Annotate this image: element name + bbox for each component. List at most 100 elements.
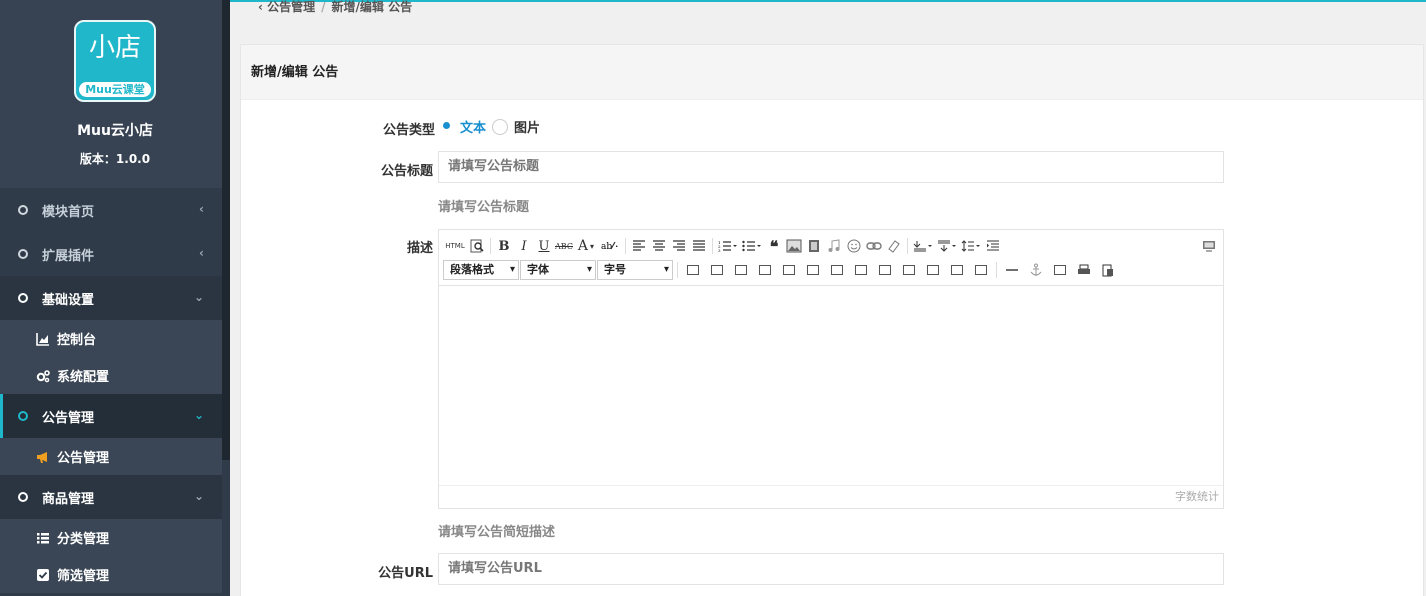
- sidebar-subitem-label: 系统配置: [57, 370, 110, 385]
- emoji-icon[interactable]: [844, 236, 864, 256]
- underline-button[interactable]: U: [534, 236, 554, 256]
- form-panel: 新增/编辑 公告 公告类型 文本 图片 公告标题 请填写公告标题 请填写公告标题…: [240, 44, 1424, 596]
- paragraph-format-select[interactable]: 段落格式: [443, 260, 519, 280]
- music-icon[interactable]: [824, 236, 844, 256]
- html-source-button[interactable]: HTML: [443, 236, 467, 256]
- insert-row-icon[interactable]: [753, 260, 777, 280]
- url-input[interactable]: 请填写公告URL: [438, 553, 1224, 585]
- breadcrumb: ‹ 公告管理 / 新增/编辑 公告: [258, 0, 412, 15]
- sidebar-subitem-label: 控制台: [57, 333, 97, 348]
- dropdown-arrow-icon: ▾: [590, 241, 595, 251]
- strikethrough-button[interactable]: ABC: [554, 236, 574, 256]
- desc-label: 描述: [406, 241, 433, 256]
- sidebar-scrollbar[interactable]: [222, 0, 230, 460]
- line-height-icon[interactable]: [959, 236, 983, 256]
- sidebar-item-plugins[interactable]: 扩展插件 ‹: [0, 232, 222, 276]
- sidebar-subitem-system-config[interactable]: 系统配置: [0, 357, 222, 394]
- logo-text: 小店: [88, 33, 141, 63]
- bold-button[interactable]: B: [494, 236, 514, 256]
- ordered-list-icon[interactable]: 123: [716, 236, 740, 256]
- font-family-select[interactable]: 字体: [520, 260, 596, 280]
- eraser-icon[interactable]: [884, 236, 904, 256]
- sidebar-subitem-label: 分类管理: [57, 532, 110, 547]
- video-icon[interactable]: [804, 236, 824, 256]
- split-cols-icon[interactable]: [969, 260, 993, 280]
- align-center-icon[interactable]: [649, 236, 669, 256]
- type-radio-group: 文本 图片: [438, 117, 540, 136]
- unordered-list-icon[interactable]: [740, 236, 764, 256]
- list-icon: [36, 531, 50, 545]
- paragraph-align-icon[interactable]: [911, 236, 935, 256]
- anchor-icon[interactable]: [1024, 260, 1048, 280]
- split-rows-icon[interactable]: [945, 260, 969, 280]
- sidebar-subitem-console[interactable]: 控制台: [0, 320, 222, 357]
- title-input[interactable]: 请填写公告标题: [438, 151, 1224, 183]
- align-right-icon[interactable]: [669, 236, 689, 256]
- blockquote-button[interactable]: ❝: [764, 236, 784, 256]
- svg-text:ab: ab: [601, 242, 612, 252]
- font-size-select[interactable]: 字号: [597, 260, 673, 280]
- delete-col-icon[interactable]: [825, 260, 849, 280]
- circle-icon: [18, 492, 28, 502]
- radio-type-image-label[interactable]: 图片: [514, 117, 540, 136]
- sidebar-item-label: 模块首页: [42, 204, 95, 220]
- delete-table-icon[interactable]: [705, 260, 729, 280]
- font-color-label: A: [577, 238, 589, 254]
- sidebar-nav: 模块首页 ‹ 扩展插件 ‹ 基础设置 ⌄ 控制台 系统配置 公告管理 ⌄ 公告管…: [0, 188, 230, 593]
- delete-row-icon[interactable]: [777, 260, 801, 280]
- toolbar-row-2: 段落格式 字体 字号: [443, 258, 1219, 282]
- sidebar-item-notice-management[interactable]: 公告管理 ⌄: [0, 394, 222, 438]
- image-icon[interactable]: [784, 236, 804, 256]
- font-color-button[interactable]: A ▾: [574, 236, 598, 256]
- preview-icon[interactable]: [467, 236, 487, 256]
- main-content: ‹ 公告管理 / 新增/编辑 公告 新增/编辑 公告 公告类型 文本 图片 公告标题…: [230, 0, 1426, 596]
- sidebar-item-basic-settings[interactable]: 基础设置 ⌄: [0, 276, 222, 320]
- merge-right-icon[interactable]: [873, 260, 897, 280]
- sidebar-item-label: 公告管理: [42, 410, 95, 426]
- logo-subtext: Muu云课堂: [79, 82, 151, 97]
- sidebar-subitem-notice[interactable]: 公告管理: [0, 438, 222, 475]
- breadcrumb-current: 新增/编辑 公告: [331, 0, 413, 14]
- bullhorn-icon: [36, 450, 50, 464]
- align-justify-icon[interactable]: [689, 236, 709, 256]
- chevron-left-icon: ‹: [199, 202, 204, 216]
- highlight-color-button[interactable]: ab: [598, 236, 622, 256]
- sidebar-item-goods-management[interactable]: 商品管理 ⌄: [0, 475, 222, 519]
- row-spacing-icon[interactable]: [935, 236, 959, 256]
- align-left-icon[interactable]: [629, 236, 649, 256]
- editor-toolbar: HTML B I U ABC A ▾ ab 123 ❝ 段落格式 ▾ 字体 ▾ …: [439, 230, 1223, 286]
- title-hint: 请填写公告标题: [438, 200, 530, 215]
- area-chart-icon: [36, 332, 50, 346]
- circle-icon: [18, 249, 28, 259]
- horizontal-rule-icon[interactable]: [1000, 260, 1024, 280]
- radio-type-text-label[interactable]: 文本: [460, 117, 486, 136]
- fullscreen-icon[interactable]: [1199, 236, 1219, 256]
- insert-col-icon[interactable]: [801, 260, 825, 280]
- link-icon[interactable]: [864, 236, 884, 256]
- insert-frame-icon[interactable]: [1048, 260, 1072, 280]
- circle-icon: [18, 293, 28, 303]
- breadcrumb-back-link[interactable]: ‹ 公告管理: [258, 0, 315, 14]
- merge-cells-icon[interactable]: [849, 260, 873, 280]
- paste-icon[interactable]: [1096, 260, 1120, 280]
- sidebar-item-label: 基础设置: [42, 292, 95, 308]
- sidebar-subitem-filter[interactable]: 筛选管理: [0, 556, 222, 593]
- merge-down-icon[interactable]: [897, 260, 921, 280]
- editor-content-area[interactable]: [439, 286, 1223, 486]
- submenu-basic-settings: 控制台 系统配置: [0, 320, 222, 394]
- print-icon[interactable]: [1072, 260, 1096, 280]
- insert-paragraph-icon[interactable]: [729, 260, 753, 280]
- title-label: 公告标题: [380, 164, 433, 179]
- type-label: 公告类型: [382, 123, 435, 138]
- radio-type-text[interactable]: [438, 118, 454, 135]
- insert-table-icon[interactable]: [681, 260, 705, 280]
- split-cells-icon[interactable]: [921, 260, 945, 280]
- sidebar-item-module-home[interactable]: 模块首页 ‹: [0, 188, 222, 232]
- circle-icon: [18, 205, 28, 215]
- radio-type-image[interactable]: [492, 118, 509, 135]
- type-row: 公告类型 文本 图片: [241, 117, 1425, 139]
- sidebar: 小店 Muu云课堂 Muu云小店 版本：1.0.0 模块首页 ‹ 扩展插件 ‹ …: [0, 0, 230, 596]
- italic-button[interactable]: I: [514, 236, 534, 256]
- sidebar-subitem-category[interactable]: 分类管理: [0, 519, 222, 556]
- indent-icon[interactable]: [983, 236, 1003, 256]
